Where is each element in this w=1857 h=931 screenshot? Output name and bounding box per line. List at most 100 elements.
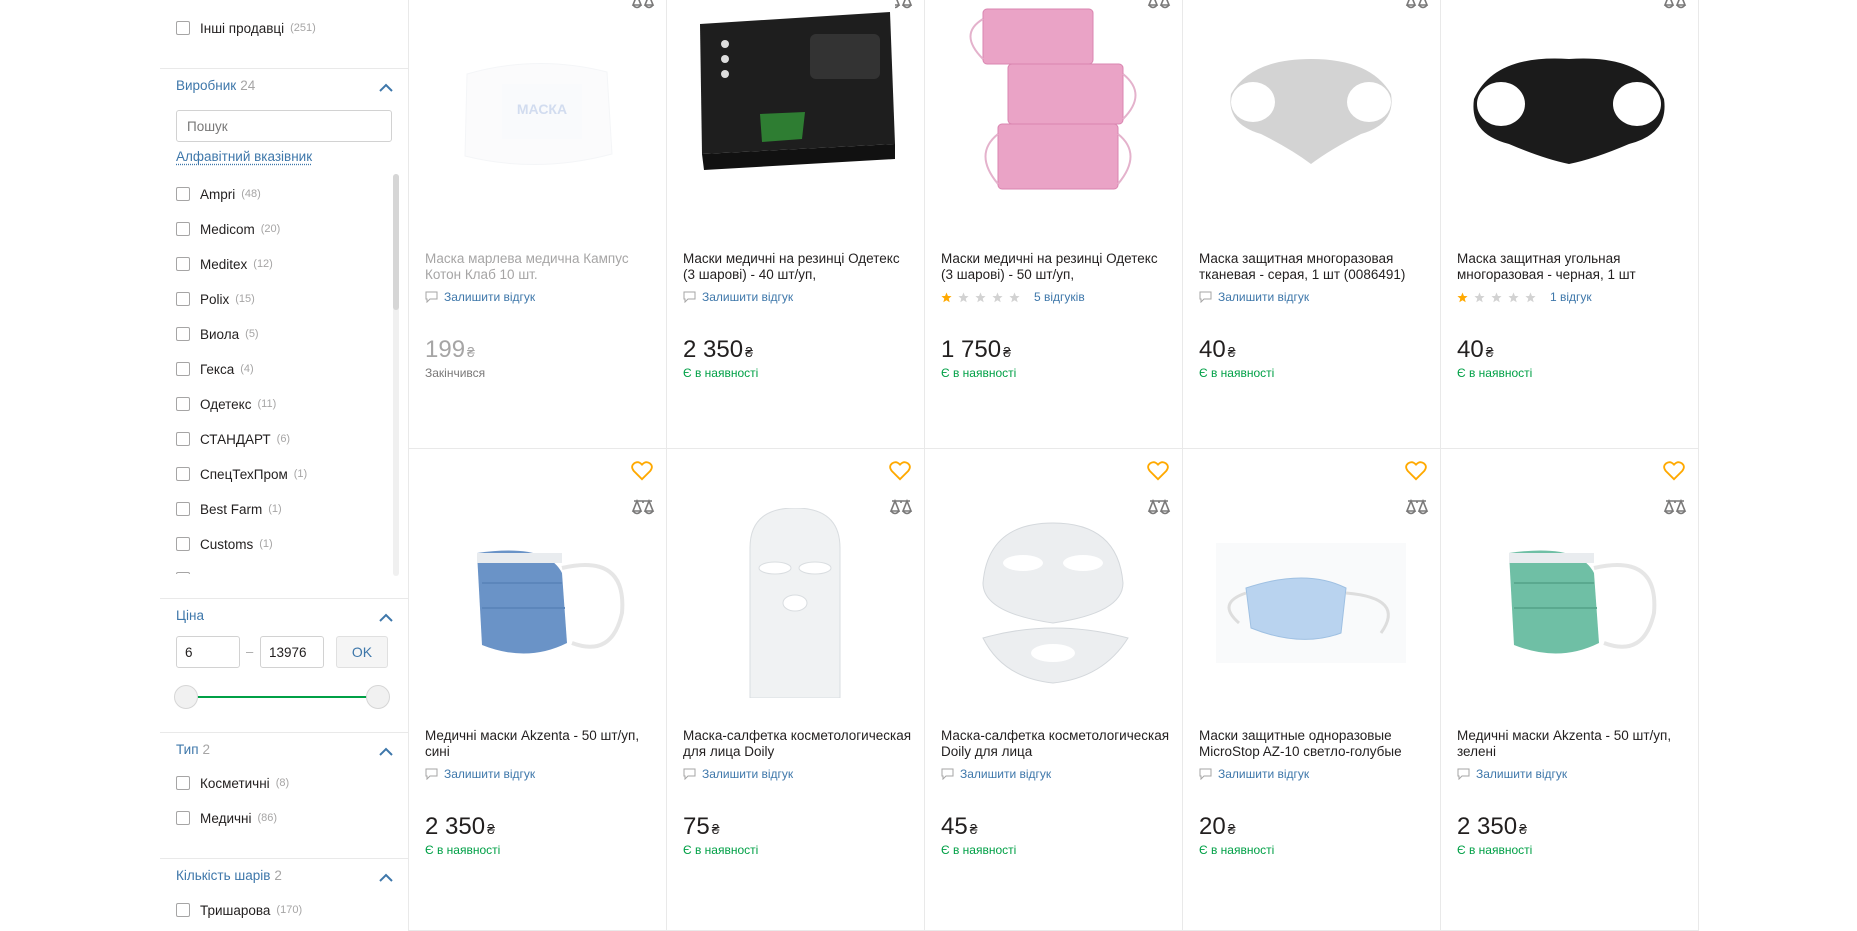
product-review-link[interactable]: Залишити відгук <box>1199 767 1309 781</box>
product-title[interactable]: Маски медичні на резинці Одетекс (3 шаро… <box>941 251 1171 283</box>
availability-status: Є в наявності <box>683 843 759 857</box>
filter-label: Best Farm <box>200 501 263 517</box>
checkbox[interactable] <box>176 397 190 411</box>
product-review-link[interactable]: 5 відгуків <box>941 290 1085 304</box>
product-title[interactable]: Маска марлева медична Кампус Котон Клаб … <box>425 251 655 283</box>
checkbox[interactable] <box>176 903 190 917</box>
product-image[interactable] <box>421 487 653 719</box>
price-ok-button[interactable]: OK <box>336 636 388 668</box>
checkbox[interactable] <box>176 362 190 376</box>
checkbox[interactable] <box>176 502 190 516</box>
price-slider-track[interactable] <box>186 696 376 698</box>
product-title[interactable]: Медичні маски Akzenta - 50 шт/уп, зелені <box>1457 728 1687 760</box>
product-tile[interactable]: Маска защитная многоразовая тканевая - с… <box>1183 0 1441 449</box>
product-review-link[interactable]: Залишити відгук <box>941 767 1051 781</box>
checkbox[interactable] <box>176 776 190 790</box>
price-max-input[interactable] <box>260 636 324 668</box>
product-tile[interactable]: Маска-салфетка косметологическая Doily д… <box>925 449 1183 931</box>
checkbox[interactable] <box>176 432 190 446</box>
product-tile[interactable]: Маски защитные одноразовые MicroStop AZ-… <box>1183 449 1441 931</box>
product-review-link[interactable]: 1 відгук <box>1457 290 1592 304</box>
product-image[interactable] <box>1195 487 1427 719</box>
product-review-link[interactable]: Залишити відгук <box>425 290 535 304</box>
checkbox[interactable] <box>176 222 190 236</box>
type-filter-title[interactable]: Тип 2 <box>176 742 210 757</box>
product-image[interactable] <box>1453 487 1685 719</box>
checkbox[interactable] <box>176 572 190 574</box>
product-review-link[interactable]: Залишити відгук <box>683 290 793 304</box>
brand-filter-item[interactable]: Виола (5) <box>176 324 259 344</box>
heart-icon[interactable] <box>631 461 653 481</box>
brand-filter-item[interactable]: Doily <box>176 569 236 574</box>
product-tile[interactable]: Медичні маски Akzenta - 50 шт/уп, сині За… <box>409 449 667 931</box>
product-title[interactable]: Маска защитная многоразовая тканевая - с… <box>1199 251 1429 283</box>
product-title[interactable]: Маски защитные одноразовые MicroStop AZ-… <box>1199 728 1429 760</box>
filter-other-sellers[interactable]: Інші продавці (251) <box>176 18 316 38</box>
heart-icon[interactable] <box>1147 461 1169 481</box>
checkbox[interactable] <box>176 21 190 35</box>
product-image[interactable]: МАСКА <box>421 0 653 230</box>
product-title[interactable]: Медичні маски Akzenta - 50 шт/уп, сині <box>425 728 655 760</box>
price-value: 75 <box>683 813 710 840</box>
product-title[interactable]: Маска защитная угольная многоразовая - ч… <box>1457 251 1687 283</box>
filter-label: Meditex <box>200 256 248 272</box>
brand-search-input[interactable] <box>176 110 392 142</box>
product-tile[interactable]: Медичні маски Akzenta - 50 шт/уп, зелені… <box>1441 449 1699 931</box>
price-slider-max-handle[interactable] <box>366 685 390 709</box>
brand-filter-item[interactable]: Polix (15) <box>176 289 255 309</box>
layers-filter-title[interactable]: Кількість шарів 2 <box>176 868 282 883</box>
product-image[interactable] <box>679 0 911 234</box>
filter-type-medical[interactable]: Медичні (86) <box>176 808 277 828</box>
brand-filter-item[interactable]: Одетекс (11) <box>176 394 276 414</box>
checkbox[interactable] <box>176 257 190 271</box>
product-image[interactable] <box>679 487 911 719</box>
checkbox[interactable] <box>176 327 190 341</box>
price-filter-title[interactable]: Ціна <box>176 608 204 623</box>
product-review-link[interactable]: Залишити відгук <box>1199 290 1309 304</box>
checkbox[interactable] <box>176 537 190 551</box>
product-tile[interactable]: Маски медичні на резинці Одетекс (3 шаро… <box>667 0 925 449</box>
product-tile[interactable]: МАСКА Маска марлева медична Кампус Котон … <box>409 0 667 449</box>
brand-filter-item[interactable]: Customs (1) <box>176 534 273 554</box>
brand-filter-item[interactable]: Medicom (20) <box>176 219 280 239</box>
filter-layers-three[interactable]: Тришарова (170) <box>176 900 302 920</box>
brand-filter-item[interactable]: Ampri (48) <box>176 184 261 204</box>
brand-filter-item[interactable]: Meditex (12) <box>176 254 273 274</box>
heart-icon[interactable] <box>1405 461 1427 481</box>
product-image[interactable] <box>1453 0 1685 230</box>
product-title[interactable]: Маски медичні на резинці Одетекс (3 шаро… <box>683 251 913 283</box>
checkbox[interactable] <box>176 467 190 481</box>
brand-list-scrollbar[interactable] <box>393 174 399 576</box>
product-tile[interactable]: Маска защитная угольная многоразовая - ч… <box>1441 0 1699 449</box>
heart-icon[interactable] <box>889 461 911 481</box>
chevron-up-icon[interactable] <box>378 747 394 757</box>
product-title[interactable]: Маска-салфетка косметологическая для лиц… <box>683 728 913 760</box>
chevron-up-icon[interactable] <box>378 613 394 623</box>
price-min-input[interactable] <box>176 636 240 668</box>
price-value: 2 350 <box>1457 813 1518 840</box>
heart-icon[interactable] <box>1663 461 1685 481</box>
product-image[interactable] <box>937 0 1169 230</box>
product-image[interactable] <box>1195 0 1427 230</box>
brand-filter-item[interactable]: Best Farm (1) <box>176 499 282 519</box>
price-slider-min-handle[interactable] <box>174 685 198 709</box>
brand-filter-item[interactable]: Гекса (4) <box>176 359 254 379</box>
brand-filter-item[interactable]: СТАНДАРТ (6) <box>176 429 290 449</box>
chevron-up-icon[interactable] <box>378 83 394 93</box>
checkbox[interactable] <box>176 811 190 825</box>
chevron-up-icon[interactable] <box>378 873 394 883</box>
product-review-link[interactable]: Залишити відгук <box>425 767 535 781</box>
product-review-link[interactable]: Залишити відгук <box>1457 767 1567 781</box>
checkbox[interactable] <box>176 187 190 201</box>
filter-type-cosmetic[interactable]: Косметичні (8) <box>176 773 289 793</box>
product-review-link[interactable]: Залишити відгук <box>683 767 793 781</box>
product-tile[interactable]: Маски медичні на резинці Одетекс (3 шаро… <box>925 0 1183 449</box>
brand-filter-item[interactable]: СпецТехПром (1) <box>176 464 307 484</box>
scrollbar-thumb[interactable] <box>393 174 399 310</box>
product-image[interactable] <box>937 487 1169 719</box>
brand-filter-title[interactable]: Виробник 24 <box>176 78 255 93</box>
checkbox[interactable] <box>176 292 190 306</box>
product-title[interactable]: Маска-салфетка косметологическая Doily д… <box>941 728 1171 760</box>
alphabet-index-link[interactable]: Алфавітний вказівник <box>176 149 312 164</box>
product-tile[interactable]: Маска-салфетка косметологическая для лиц… <box>667 449 925 931</box>
